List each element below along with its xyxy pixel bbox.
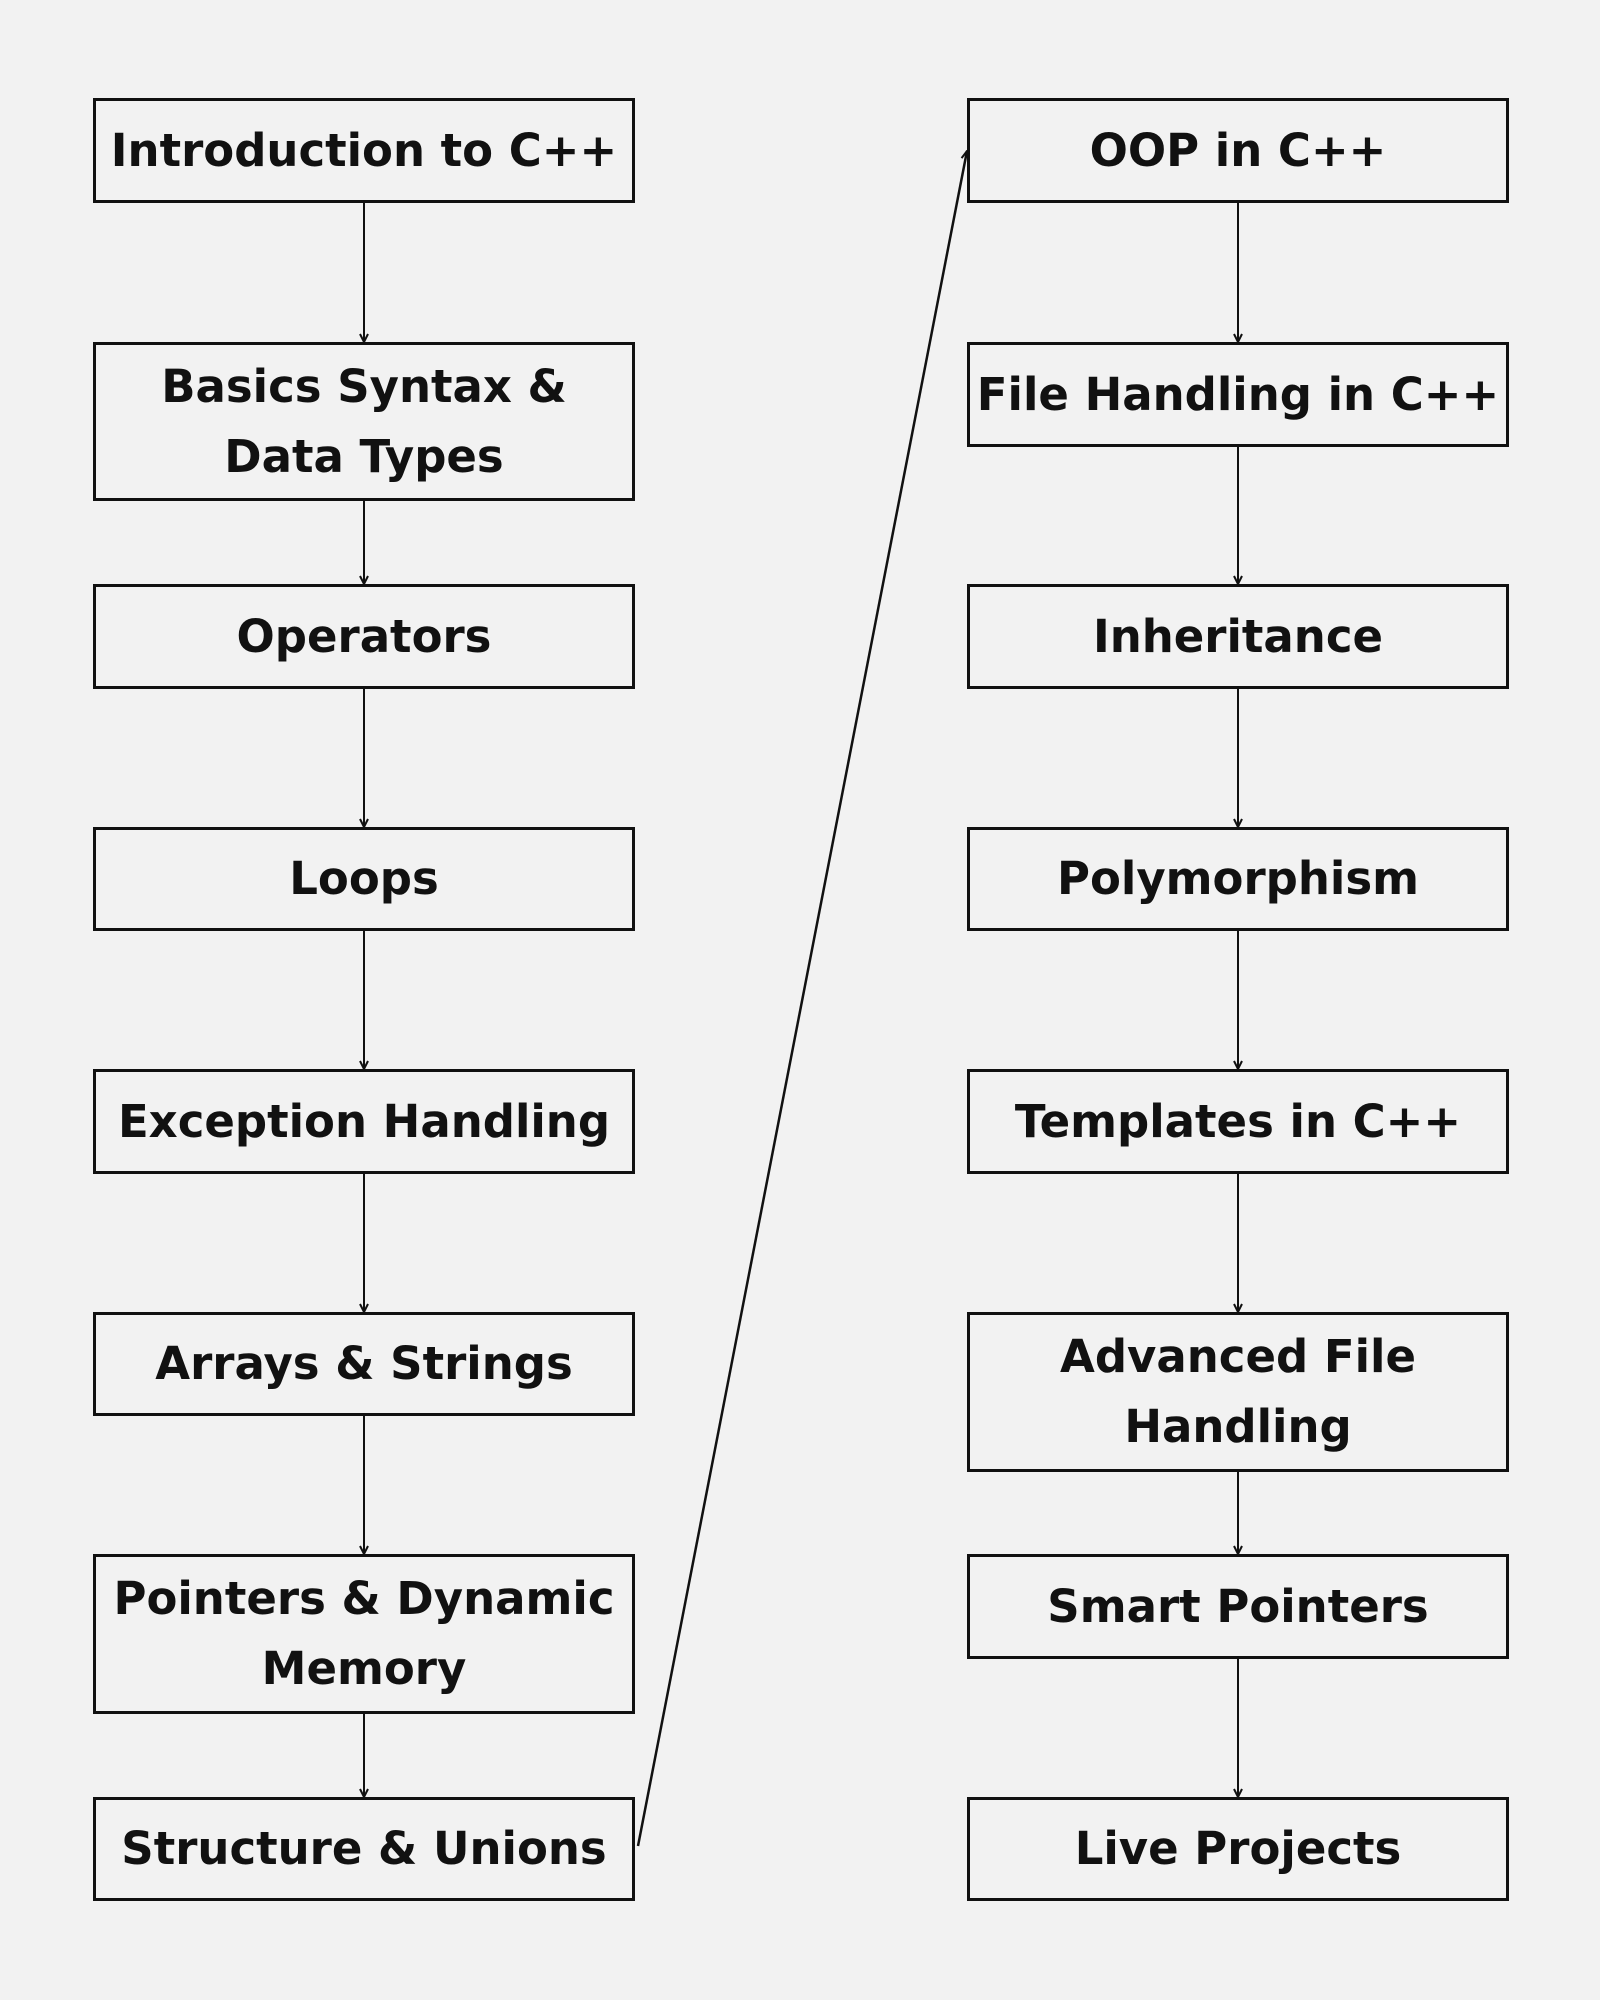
left_column-step-3: Operators: [93, 584, 635, 689]
step-label: OOP in C++: [1089, 123, 1387, 177]
left_column-step-5: Exception Handling: [93, 1069, 635, 1174]
column-link-arrow: [636, 151, 967, 1847]
right_column-step-8: Live Projects: [967, 1797, 1509, 1901]
left_column-step-6: Arrays & Strings: [93, 1312, 635, 1416]
step-label: Pointers & Dynamic Memory: [113, 1572, 615, 1695]
right_column-step-6: Advanced File Handling: [967, 1312, 1509, 1472]
right_column-step-3: Inheritance: [967, 584, 1509, 689]
right_column-step-7: Smart Pointers: [967, 1554, 1509, 1659]
step-label: Polymorphism: [1057, 852, 1419, 905]
step-label: Smart Pointers: [1047, 1579, 1429, 1633]
right_column-step-5: Templates in C++: [967, 1069, 1509, 1174]
right_column-step-1: OOP in C++: [967, 98, 1509, 203]
step-label: Introduction to C++: [110, 123, 618, 177]
step-label: Basics Syntax & Data Types: [161, 359, 567, 483]
step-label: Templates in C++: [1014, 1094, 1462, 1148]
step-label: Arrays & Strings: [155, 1337, 573, 1390]
right_column-step-4: Polymorphism: [967, 827, 1509, 931]
step-label: File Handling in C++: [976, 367, 1500, 421]
left_column-step-8: Structure & Unions: [93, 1797, 635, 1901]
step-label: Structure & Unions: [121, 1822, 607, 1875]
step-label: Inheritance: [1092, 609, 1384, 663]
left_column-step-4: Loops: [93, 827, 635, 931]
step-label: Operators: [236, 609, 492, 663]
left_column-step-2: Basics Syntax & Data Types: [93, 342, 635, 501]
step-label: Loops: [289, 852, 439, 905]
left_column-step-7: Pointers & Dynamic Memory: [93, 1554, 635, 1714]
step-label: Live Projects: [1074, 1822, 1402, 1875]
right_column-step-2: File Handling in C++: [967, 342, 1509, 447]
step-label: Exception Handling: [117, 1094, 611, 1148]
step-label: Advanced File Handling: [1060, 1330, 1416, 1453]
left_column-step-1: Introduction to C++: [93, 98, 635, 203]
